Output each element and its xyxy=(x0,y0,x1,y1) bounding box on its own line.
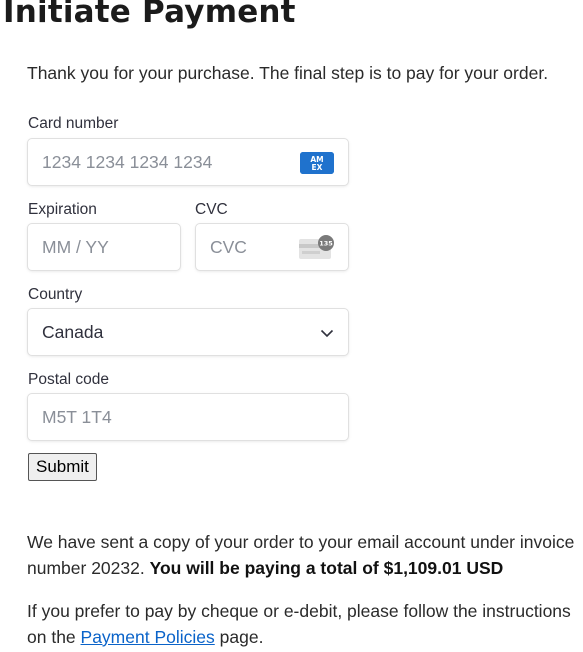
postal-code-label: Postal code xyxy=(28,371,109,388)
expiration-field[interactable]: MM / YY xyxy=(27,223,181,271)
cvc-card-icon: 135 xyxy=(299,235,334,259)
country-selected-value: Canada xyxy=(42,321,104,342)
cvc-placeholder: CVC xyxy=(210,236,247,257)
submit-button[interactable]: Submit xyxy=(28,453,97,481)
payment-policies-link[interactable]: Payment Policies xyxy=(81,627,215,647)
payment-policy-notice: If you prefer to pay by cheque or e-debi… xyxy=(27,598,583,650)
invoice-number-text: number 20232. xyxy=(27,558,145,578)
postal-code-placeholder: M5T 1T4 xyxy=(42,406,112,427)
postal-code-field[interactable]: M5T 1T4 xyxy=(27,393,349,441)
cvc-badge-number: 135 xyxy=(319,240,333,248)
chevron-down-icon xyxy=(320,329,334,338)
cvc-field[interactable]: CVC 135 xyxy=(195,223,349,271)
policy-text-line1: If you prefer to pay by cheque or e-debi… xyxy=(27,601,571,621)
svg-text:EX: EX xyxy=(312,163,323,172)
expiration-placeholder: MM / YY xyxy=(42,236,109,257)
invoice-notice: We have sent a copy of your order to you… xyxy=(27,529,583,581)
policy-text-suffix: page. xyxy=(219,627,264,647)
page-title: Initiate Payment xyxy=(3,0,296,30)
card-number-field[interactable]: 1234 1234 1234 1234 AM EX xyxy=(27,138,349,186)
amex-card-icon: AM EX xyxy=(300,152,334,174)
policy-text-prefix: on the xyxy=(27,627,76,647)
country-select[interactable]: Canada xyxy=(27,308,349,356)
expiration-label: Expiration xyxy=(28,201,97,218)
card-number-placeholder: 1234 1234 1234 1234 xyxy=(42,151,213,172)
payment-total-text: You will be paying a total of $1,109.01 … xyxy=(149,558,504,578)
invoice-notice-line1: We have sent a copy of your order to you… xyxy=(27,532,575,552)
card-number-label: Card number xyxy=(28,115,119,132)
country-label: Country xyxy=(28,286,83,303)
cvc-label: CVC xyxy=(195,201,228,218)
intro-text: Thank you for your purchase. The final s… xyxy=(27,63,549,83)
